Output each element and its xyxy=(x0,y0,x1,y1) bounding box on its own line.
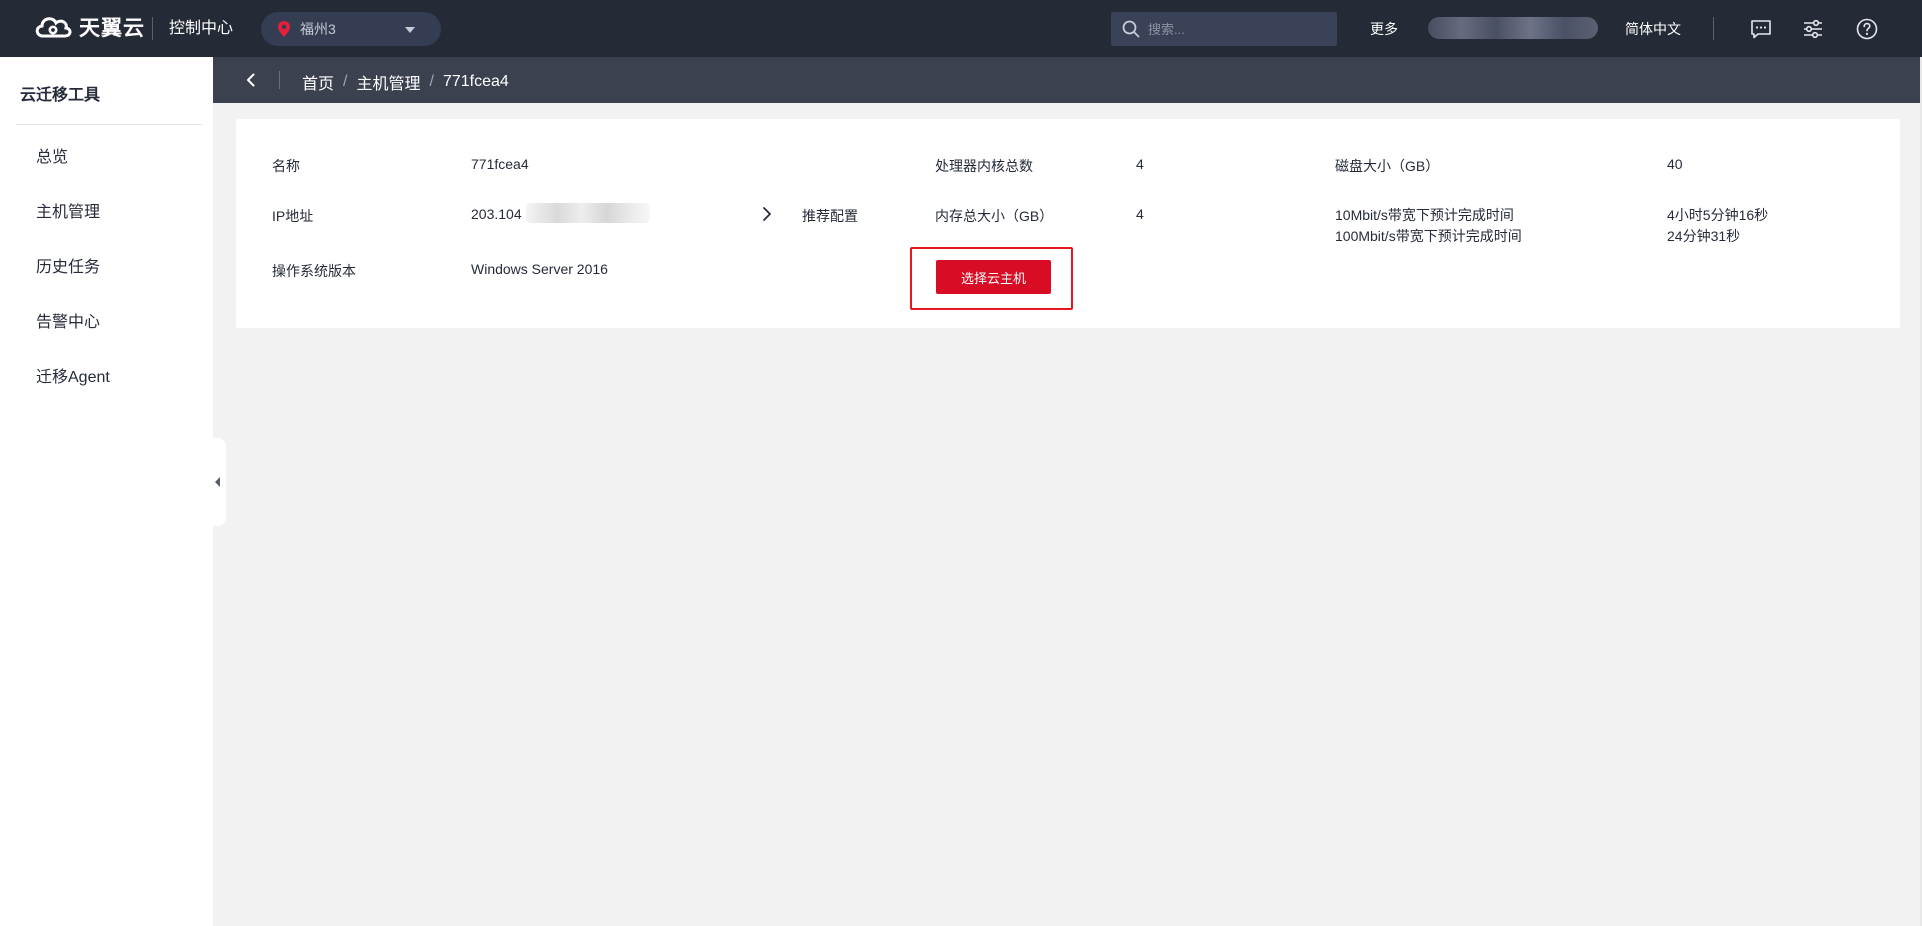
memory-label: 内存总大小（GB） xyxy=(935,208,1054,224)
cpu-cores-value: 4 xyxy=(1136,156,1144,172)
sidebar-item-overview[interactable]: 总览 xyxy=(36,143,68,167)
cpu-cores-label: 处理器内核总数 xyxy=(935,158,1033,174)
memory-value: 4 xyxy=(1136,206,1144,222)
toolbar-divider xyxy=(1713,17,1714,40)
console-link[interactable]: 控制中心 xyxy=(169,17,233,41)
sidebar-title: 云迁移工具 xyxy=(20,87,101,104)
global-search[interactable] xyxy=(1111,12,1337,46)
brand-name: 天翼云 xyxy=(79,17,145,40)
breadcrumb: 首页 / 主机管理 / 771fcea4 xyxy=(302,70,509,94)
os-version-label: 操作系统版本 xyxy=(272,263,356,279)
eta-100mbit-value: 24分钟31秒 xyxy=(1667,228,1741,244)
breadcrumb-home[interactable]: 首页 xyxy=(302,70,334,94)
ip-value: 203.104 xyxy=(471,206,522,222)
search-input[interactable] xyxy=(1148,21,1318,37)
disk-size-label: 磁盘大小（GB） xyxy=(1335,158,1440,174)
breadcrumb-current-host: 771fcea4 xyxy=(442,73,509,90)
sidebar-item-history-tasks[interactable]: 历史任务 xyxy=(36,253,100,277)
eta-10mbit-label: 10Mbit/s带宽下预计完成时间 xyxy=(1335,207,1514,223)
region-selector[interactable]: 福州3 xyxy=(261,12,441,46)
cloud-logo-icon xyxy=(35,17,72,38)
language-switcher[interactable]: 简体中文 xyxy=(1625,19,1681,39)
sidebar-item-host-management[interactable]: 主机管理 xyxy=(36,198,100,222)
back-arrow-icon[interactable] xyxy=(243,72,259,88)
eta-10mbit-value: 4小时5分钟16秒 xyxy=(1667,207,1769,223)
top-navigation-bar: 天翼云 控制中心 福州3 更多 简体中文 xyxy=(0,0,1922,57)
recommended-config-label: 推荐配置 xyxy=(802,208,858,224)
host-detail-card: 名称 771fcea4 IP地址 203.104 操作系统版本 Windows … xyxy=(236,119,1900,328)
ip-redacted-blur xyxy=(526,203,650,223)
account-name-redacted[interactable] xyxy=(1428,17,1598,39)
eta-100mbit-label: 100Mbit/s带宽下预计完成时间 xyxy=(1335,228,1522,244)
chevron-right-icon xyxy=(763,207,771,221)
help-icon[interactable] xyxy=(1855,17,1879,41)
ip-label: IP地址 xyxy=(272,208,314,224)
region-label: 福州3 xyxy=(300,21,336,37)
breadcrumb-divider xyxy=(279,71,280,89)
breadcrumb-host-management[interactable]: 主机管理 xyxy=(356,70,420,94)
name-label: 名称 xyxy=(272,158,300,174)
search-icon xyxy=(1122,20,1140,38)
sidebar-divider xyxy=(16,124,202,125)
breadcrumb-separator: / xyxy=(429,73,434,90)
select-cloud-host-button[interactable]: 选择云主机 xyxy=(936,260,1051,294)
os-version-value: Windows Server 2016 xyxy=(471,261,608,277)
settings-sliders-icon[interactable] xyxy=(1801,17,1825,41)
chevron-down-icon xyxy=(405,27,415,33)
brand-logo[interactable]: 天翼云 xyxy=(33,10,145,44)
name-value: 771fcea4 xyxy=(471,156,529,172)
breadcrumb-separator: / xyxy=(343,73,348,90)
more-menu[interactable]: 更多 xyxy=(1370,19,1398,39)
message-icon[interactable] xyxy=(1749,17,1773,41)
breadcrumb-bar: 首页 / 主机管理 / 771fcea4 xyxy=(213,57,1922,103)
collapse-arrow-icon xyxy=(215,477,220,487)
logo-divider xyxy=(152,17,153,40)
location-pin-icon xyxy=(278,21,290,37)
sidebar-item-alarm-center[interactable]: 告警中心 xyxy=(36,308,100,332)
sidebar: 云迁移工具 总览 主机管理 历史任务 告警中心 迁移Agent xyxy=(0,57,213,926)
sidebar-collapse-toggle[interactable] xyxy=(209,438,226,526)
disk-size-value: 40 xyxy=(1667,156,1683,172)
sidebar-item-migration-agent[interactable]: 迁移Agent xyxy=(36,363,110,387)
